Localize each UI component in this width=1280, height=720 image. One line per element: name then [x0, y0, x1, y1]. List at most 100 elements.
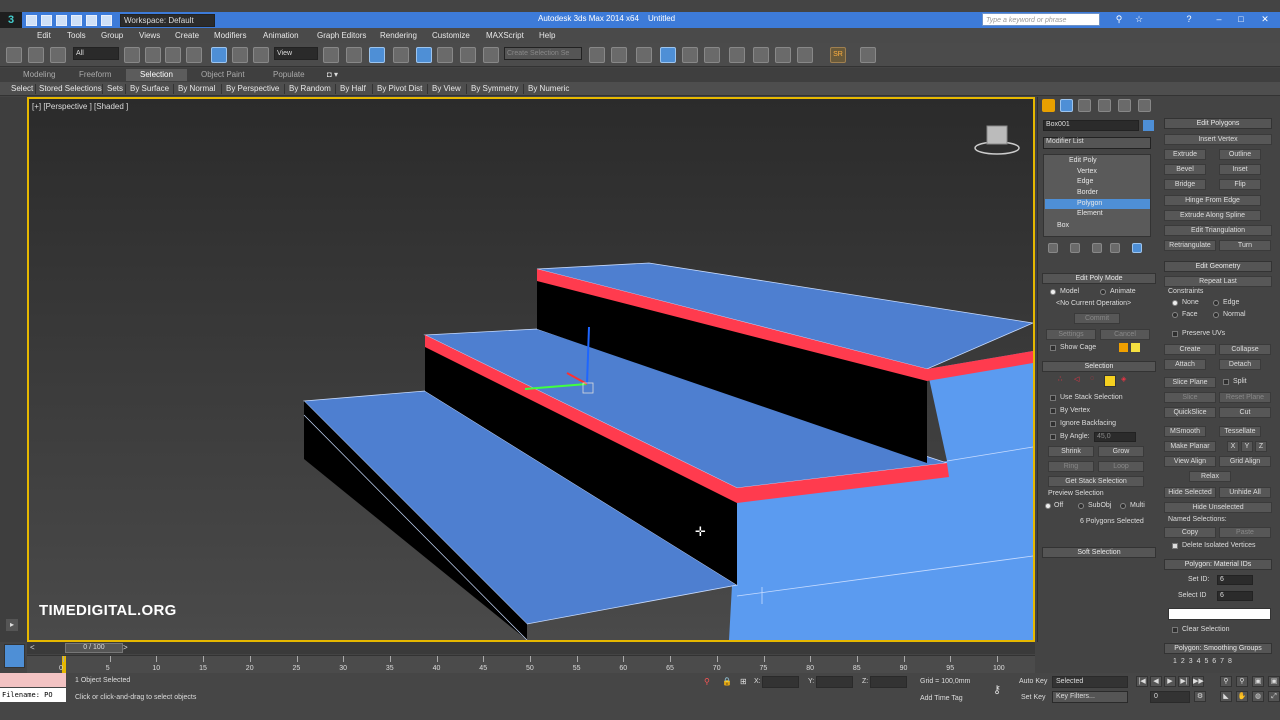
show-cage-checkbox[interactable] — [1050, 345, 1056, 351]
render-setup-icon[interactable] — [753, 47, 769, 63]
modify-tab-icon[interactable] — [1060, 99, 1073, 112]
menu-views[interactable]: Views — [139, 31, 160, 40]
display-tab-icon[interactable] — [1118, 99, 1131, 112]
repeat-last-button[interactable]: Repeat Last — [1164, 276, 1272, 287]
hide-unselected-button[interactable]: Hide Unselected — [1164, 502, 1272, 513]
select-move-icon[interactable] — [211, 47, 227, 63]
border-subobject-icon[interactable]: ◌ — [1090, 375, 1094, 382]
remove-modifier-icon[interactable] — [1110, 243, 1120, 253]
align-icon[interactable] — [611, 47, 627, 63]
ribbon-by-symmetry[interactable]: By Symmetry — [471, 84, 519, 93]
rectangular-selection-icon[interactable] — [165, 47, 181, 63]
cancel-button[interactable]: Cancel — [1100, 329, 1150, 340]
go-to-start-icon[interactable]: |◀ — [1136, 676, 1148, 687]
menu-animation[interactable]: Animation — [263, 31, 299, 40]
show-end-result-icon[interactable] — [1070, 243, 1080, 253]
configure-modifier-sets-icon[interactable] — [1132, 243, 1142, 253]
binoculars-icon[interactable]: ⚲ — [1110, 13, 1128, 26]
isolate-icon[interactable]: ⚲ — [704, 677, 710, 686]
stack-box[interactable]: Box — [1057, 222, 1069, 229]
key-filters-button[interactable]: Key Filters... — [1052, 691, 1128, 703]
sg-8[interactable]: 8 — [1228, 658, 1233, 665]
soft-selection-rollout[interactable]: Soft Selection — [1042, 547, 1156, 558]
stack-polygon[interactable]: Polygon — [1077, 200, 1102, 207]
ribbon-by-half[interactable]: By Half — [340, 84, 366, 93]
named-selection-sets-dropdown[interactable]: Create Selection Se — [504, 47, 582, 60]
detach-button[interactable]: Detach — [1219, 359, 1261, 370]
quickslice-button[interactable]: QuickSlice — [1164, 407, 1216, 418]
rendered-frame-window-icon[interactable] — [775, 47, 791, 63]
menu-modifiers[interactable]: Modifiers — [214, 31, 246, 40]
zoom-all-icon[interactable]: ⚲ — [1236, 676, 1248, 687]
grid-align-button[interactable]: Grid Align — [1219, 456, 1271, 467]
tab-freeform[interactable]: Freeform — [79, 70, 111, 79]
planar-y-button[interactable]: Y — [1241, 441, 1253, 452]
hide-selected-button[interactable]: Hide Selected — [1164, 487, 1216, 498]
previous-frame-icon[interactable]: ◀ — [1150, 676, 1162, 687]
model-radio[interactable] — [1050, 289, 1056, 295]
menu-rendering[interactable]: Rendering — [380, 31, 417, 40]
sg-3[interactable]: 3 — [1189, 658, 1194, 665]
angle-snap-icon[interactable] — [416, 47, 432, 63]
maxscript-mini-listener[interactable]: Filename: PO — [0, 688, 66, 702]
object-name-field[interactable]: Box001 — [1043, 120, 1139, 131]
lock-selection-icon[interactable]: 🔒 — [722, 677, 732, 686]
ring-button[interactable]: Ring — [1048, 461, 1094, 472]
bridge-button[interactable]: Bridge — [1164, 179, 1206, 190]
orbit-icon[interactable]: ◍ — [1252, 691, 1264, 702]
select-id-input[interactable]: 6 — [1217, 591, 1253, 601]
stack-element[interactable]: Element — [1077, 210, 1103, 217]
sg-5[interactable]: 5 — [1204, 658, 1209, 665]
maximize-icon[interactable]: □ — [1232, 13, 1250, 26]
paste-button[interactable]: Paste — [1219, 527, 1271, 538]
stack-edit-poly[interactable]: Edit Poly — [1069, 157, 1097, 164]
modifier-list-dropdown[interactable]: Modifier List — [1043, 137, 1151, 149]
turn-button[interactable]: Turn — [1219, 240, 1271, 251]
edit-geometry-rollout[interactable]: Edit Geometry — [1164, 261, 1272, 272]
zoom-extents-all-icon[interactable]: ▣ — [1268, 676, 1280, 687]
sg-1[interactable]: 1 — [1173, 658, 1178, 665]
mini-curve-editor-icon[interactable] — [4, 644, 25, 668]
relax-button[interactable]: Relax — [1189, 471, 1231, 482]
auto-key-button[interactable]: Auto Key — [1019, 678, 1047, 685]
ribbon-select[interactable]: Select — [11, 84, 33, 93]
stack-border[interactable]: Border — [1077, 189, 1098, 196]
planar-z-button[interactable]: Z — [1255, 441, 1267, 452]
layer-manager-icon[interactable] — [636, 47, 652, 63]
create-tab-icon[interactable] — [1042, 99, 1055, 112]
a360-cloud-icon[interactable] — [860, 47, 876, 63]
preserve-uvs-checkbox[interactable] — [1172, 331, 1178, 337]
constraint-edge-radio[interactable] — [1213, 300, 1219, 306]
make-unique-icon[interactable] — [1092, 243, 1102, 253]
cage-color-swatch[interactable] — [1119, 343, 1128, 352]
set-id-input[interactable]: 6 — [1217, 575, 1253, 585]
hierarchy-tab-icon[interactable] — [1078, 99, 1091, 112]
outline-button[interactable]: Outline — [1219, 149, 1261, 160]
next-frame-icon[interactable]: ▶| — [1178, 676, 1190, 687]
ribbon-stored-selections[interactable]: Stored Selections — [39, 84, 102, 93]
key-icon[interactable]: ⚷ — [993, 683, 1001, 696]
maximize-viewport-icon[interactable]: ⤢ — [1268, 691, 1280, 702]
render-production-icon[interactable] — [797, 47, 813, 63]
msmooth-button[interactable]: MSmooth — [1164, 426, 1206, 437]
scene-render-icon[interactable]: SR — [830, 47, 846, 63]
hinge-from-edge-button[interactable]: Hinge From Edge — [1164, 195, 1261, 206]
angle-input[interactable]: 45,0 — [1094, 432, 1136, 442]
extrude-button[interactable]: Extrude — [1164, 149, 1206, 160]
motion-tab-icon[interactable] — [1098, 99, 1111, 112]
track-bar[interactable]: 0 5 10 15 20 25 30 35 40 45 50 55 60 65 70 75 80 85 90 95 10… — [27, 655, 1035, 674]
select-object-icon[interactable] — [124, 47, 140, 63]
curve-editor-icon[interactable] — [682, 47, 698, 63]
make-planar-button[interactable]: Make Planar — [1164, 441, 1216, 452]
vertex-subobject-icon[interactable]: ∴ — [1058, 375, 1062, 383]
ribbon-by-random[interactable]: By Random — [289, 84, 331, 93]
reset-plane-button[interactable]: Reset Plane — [1219, 392, 1271, 403]
zoom-icon[interactable]: ⚲ — [1220, 676, 1232, 687]
viewport-label[interactable]: [+] [Perspective ] [Shaded ] — [32, 102, 128, 111]
expand-arrow-icon[interactable]: ▸ — [6, 619, 18, 631]
close-icon[interactable]: ✕ — [1256, 13, 1274, 26]
tab-populate[interactable]: Populate — [273, 70, 305, 79]
delete-isolated-checkbox[interactable] — [1172, 543, 1178, 549]
current-frame-field[interactable]: 0 — [1150, 691, 1190, 703]
polygon-subobject-icon[interactable] — [1104, 375, 1116, 387]
